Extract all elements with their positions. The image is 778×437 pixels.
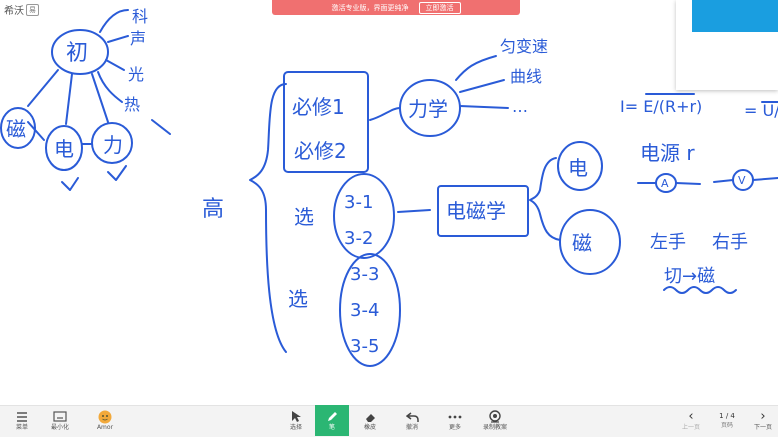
arrow-em (397, 209, 431, 213)
minimize-icon (53, 410, 67, 424)
menu-icon (16, 410, 28, 424)
text-mech-1: 匀变速 (500, 37, 548, 56)
text-mech-2: 曲线 (510, 67, 542, 86)
record-button[interactable]: 录制教案 (478, 405, 512, 436)
text-formula-1: I= E/(R+r) (620, 97, 702, 116)
text-right-hand: 右手 (712, 232, 748, 253)
text-em-electric: 电 (568, 156, 588, 180)
line-voltmeter (713, 177, 778, 183)
record-label: 录制教案 (482, 423, 507, 431)
select-tool[interactable]: 选择 (279, 405, 313, 436)
menu-button[interactable]: 菜单 (5, 405, 39, 436)
text-elective-2: 3-2 (344, 228, 373, 249)
check-2 (107, 165, 127, 181)
text-list-1: 声 (130, 29, 146, 48)
text-list-3: 热 (124, 95, 140, 114)
big-brace (249, 83, 287, 353)
record-icon (488, 410, 502, 424)
minimize-button[interactable]: 最小化 (43, 405, 77, 436)
text-elective-label-1: 选 (294, 205, 314, 229)
more-icon (448, 410, 462, 424)
text-circuit: 电源 r (640, 141, 695, 165)
wavy-underline (663, 286, 737, 294)
eraser-icon (364, 410, 377, 424)
select-label: 选择 (289, 423, 302, 431)
connector-1 (27, 69, 59, 107)
undo-icon (405, 410, 419, 424)
chevron-right-icon: › (760, 408, 766, 424)
page-indicator[interactable]: 1 / 4 页码 (719, 412, 735, 429)
arrow-mech-3 (459, 105, 509, 109)
connector-3 (91, 73, 109, 123)
arrow-mech-1 (455, 55, 497, 81)
text-em-magnet: 磁 (572, 231, 592, 255)
text-required-1: 必修1 (292, 95, 345, 119)
pen-label: 笔 (328, 423, 335, 431)
text-elective-5: 3-5 (350, 336, 379, 357)
page-navigator: ‹ 上一页 1 / 4 页码 › 下一页 (676, 405, 778, 436)
text-elective-4: 3-4 (350, 300, 379, 321)
more-button[interactable]: 更多 (438, 405, 472, 436)
arrow-3 (105, 59, 125, 71)
slash-mark (151, 119, 171, 135)
undo-label: 撤消 (405, 423, 418, 431)
user-button[interactable]: Amor (88, 405, 122, 436)
arrow-mech (369, 107, 401, 121)
text-cut-magnet: 切→磁 (664, 266, 715, 287)
cursor-icon (290, 410, 302, 424)
text-elective-3: 3-3 (350, 264, 379, 285)
pen-icon (326, 410, 339, 424)
connector-2 (65, 73, 73, 125)
text-required-2: 必修2 (294, 139, 347, 163)
minimize-label: 最小化 (50, 423, 69, 431)
text-list-0: 科 (132, 7, 148, 26)
em-brace (529, 157, 561, 241)
check-1 (61, 177, 79, 191)
text-list-2: 光 (128, 65, 144, 84)
text-electric: 电 (54, 137, 74, 161)
eraser-label: 橡皮 (363, 423, 376, 431)
line-ammeter (637, 182, 701, 185)
avatar-icon (98, 410, 112, 424)
arrow-mech-2 (459, 79, 505, 93)
arrow-1 (99, 9, 129, 33)
text-high: 高 (202, 197, 224, 222)
eraser-tool[interactable]: 橡皮 (353, 405, 387, 436)
arrow-4 (97, 71, 123, 103)
text-em: 电磁学 (446, 199, 506, 223)
page-number: 1 / 4 (719, 412, 735, 420)
next-page-button[interactable]: › 下一页 (748, 408, 778, 432)
text-left-hand: 左手 (650, 232, 686, 253)
page-label: 页码 (720, 422, 733, 429)
menu-label: 菜单 (15, 423, 28, 431)
text-mechanics: 力学 (408, 97, 448, 121)
arrow-2 (107, 35, 129, 43)
whiteboard-canvas[interactable]: 初 力 电 磁 科 声 光 热 高 必修1 必修2 选 3-1 3-2 选 3-… (0, 0, 778, 405)
text-force: 力 (103, 133, 123, 157)
connector-4 (27, 121, 45, 141)
text-mech-3: … (512, 97, 528, 116)
user-label: Amor (96, 423, 114, 431)
prev-page-button[interactable]: ‹ 上一页 (676, 408, 706, 432)
text-ammeter: A (661, 177, 669, 190)
text-formula-2: = U/R (744, 101, 778, 120)
text-voltmeter: V (738, 174, 746, 187)
text-magnet: 磁 (6, 117, 26, 141)
more-label: 更多 (448, 423, 461, 431)
next-label: 下一页 (753, 423, 772, 431)
text-elective-label-2: 选 (288, 287, 308, 311)
text-center: 初 (66, 41, 88, 66)
pen-tool[interactable]: 笔 (315, 405, 349, 436)
chevron-left-icon: ‹ (688, 408, 694, 424)
text-elective-1: 3-1 (344, 192, 373, 213)
prev-label: 上一页 (681, 423, 700, 431)
undo-button[interactable]: 撤消 (395, 405, 429, 436)
